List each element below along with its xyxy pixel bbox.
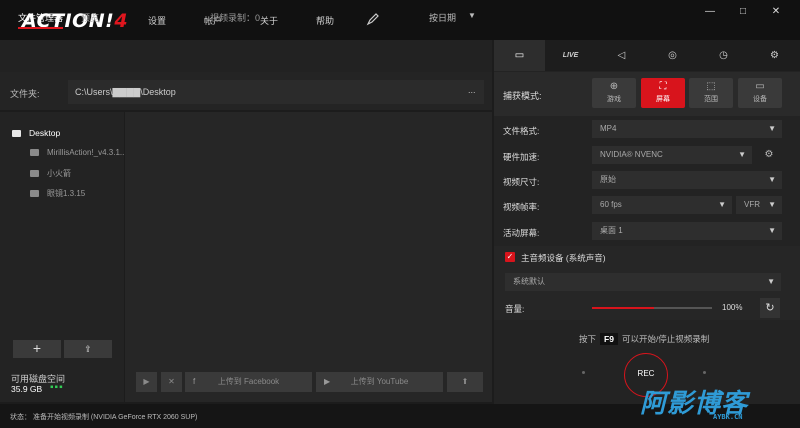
capture-screen-button[interactable]: ⛶ 屏幕 — [641, 78, 685, 108]
minimize-button[interactable]: — — [702, 6, 718, 20]
facebook-icon: f — [193, 377, 196, 386]
tab-screenshot[interactable]: ◎ — [647, 40, 698, 71]
capture-game-button[interactable]: ⊕ 游戏 — [592, 78, 636, 108]
audio-enable-checkbox[interactable]: ✓ — [505, 252, 515, 262]
menu-help[interactable]: 帮助 — [316, 14, 334, 27]
gear-icon[interactable]: ⚙ — [760, 146, 778, 164]
tab-file-manager[interactable]: 文件管理器 — [18, 11, 64, 29]
upload-youtube-button[interactable]: ▶ 上传到 YouTube — [316, 372, 443, 392]
disk-space-value: 35.9 GB — [11, 384, 43, 394]
delete-button[interactable]: ✕ — [161, 372, 182, 392]
rec-label: REC — [637, 369, 655, 378]
add-folder-button[interactable]: + — [13, 340, 61, 358]
chevron-down-icon: ▼ — [738, 150, 746, 159]
capture-device-button[interactable]: ▭ 设备 — [738, 78, 782, 108]
hotkey-key: F9 — [600, 333, 618, 345]
chevron-down-icon: ▼ — [768, 175, 776, 184]
recording-count: 视频录制：0 — [210, 13, 261, 23]
folder-label: 文件夹: — [10, 89, 40, 99]
tab-settings[interactable]: ⚙ — [749, 40, 800, 71]
rec-indicator-left — [582, 371, 585, 374]
disk-status-indicator: ▪▪▪ — [50, 382, 64, 393]
folder-icon — [30, 190, 39, 197]
folder-browse-button[interactable]: ... — [468, 85, 476, 95]
audio-device-label: 主音频设备 (系统声音) — [521, 253, 606, 263]
folder-icon — [30, 170, 39, 177]
screen-icon: ⛶ — [659, 81, 667, 92]
tab-video[interactable]: ▭ — [494, 40, 545, 71]
volume-value: 100% — [722, 303, 743, 312]
device-icon: ▭ — [755, 81, 765, 92]
reset-icon[interactable]: ↻ — [760, 298, 780, 318]
gamepad-icon: ⊕ — [609, 81, 619, 92]
region-icon: ⬚ — [706, 81, 716, 92]
chevron-down-icon: ▼ — [768, 124, 776, 133]
volume-label: 音量: — [505, 304, 525, 314]
hw-accel-select[interactable]: NVIDIA® NVENC ▼ — [592, 146, 752, 164]
hw-accel-label: 硬件加速: — [503, 152, 540, 162]
capture-mode-label: 捕获模式: — [503, 91, 542, 101]
hotkey-hint: 按下 F9 可以开始/停止视频录制 — [579, 333, 710, 345]
video-size-label: 视频尺寸: — [503, 177, 540, 187]
file-format-select[interactable]: MP4 ▼ — [592, 120, 782, 138]
folder-icon — [12, 130, 21, 137]
chevron-down-icon: ▼ — [767, 277, 775, 286]
maximize-button[interactable]: □ — [735, 6, 751, 20]
file-format-label: 文件格式: — [503, 126, 540, 136]
volume-slider-fill — [592, 307, 655, 309]
file-list-area — [125, 112, 492, 402]
tab-preview[interactable]: 预览 — [81, 11, 99, 24]
close-button[interactable]: ✕ — [768, 6, 784, 20]
frame-rate-select[interactable]: 60 fps ▼ — [592, 196, 732, 214]
tab-live[interactable]: LIVE — [545, 40, 596, 71]
tree-item-desktop[interactable]: Desktop — [12, 128, 136, 138]
chevron-down-icon: ▼ — [768, 226, 776, 235]
sort-dropdown[interactable]: 按日期 — [429, 11, 456, 24]
youtube-icon: ▶ — [324, 377, 331, 386]
active-screen-label: 活动屏幕: — [503, 228, 540, 238]
upload-facebook-button[interactable]: f 上传到 Facebook — [185, 372, 312, 392]
left-tab-bar — [0, 40, 492, 72]
capture-region-button[interactable]: ⬚ 范围 — [689, 78, 733, 108]
frame-rate-label: 视频帧率: — [503, 202, 540, 212]
watermark-url: AYBK.CN — [713, 413, 743, 421]
audio-device-select[interactable]: 系统默认 ▼ — [505, 273, 781, 291]
chevron-down-icon[interactable]: ▼ — [468, 11, 476, 20]
chevron-down-icon: ▼ — [768, 200, 776, 209]
folder-icon — [30, 149, 39, 156]
play-button[interactable]: ▶ — [136, 372, 157, 392]
pen-icon[interactable] — [366, 12, 380, 26]
import-button[interactable]: ⇪ — [64, 340, 112, 358]
status-text: 状态： 准备开始视频录制 (NVIDIA GeForce RTX 2060 SU… — [10, 414, 198, 421]
menu-about[interactable]: 关于 — [260, 14, 278, 27]
video-size-select[interactable]: 原始 ▼ — [592, 171, 782, 189]
chevron-down-icon: ▼ — [718, 200, 726, 209]
upload-button[interactable]: ⬆ — [447, 372, 483, 392]
active-screen-select[interactable]: 桌面 1 ▼ — [592, 222, 782, 240]
folder-path-text: C:\Users\▇▇▇▇\Desktop — [75, 87, 176, 97]
menu-settings[interactable]: 设置 — [148, 14, 166, 27]
folder-tree: Desktop MirillisAction!_v4.3.1... 小火箭 眼镜… — [0, 112, 127, 402]
frame-rate-mode-select[interactable]: VFR ▼ — [736, 196, 782, 214]
tab-audio[interactable]: ◁ — [596, 40, 647, 71]
rec-indicator-right — [703, 371, 706, 374]
tab-timer[interactable]: ◷ — [698, 40, 749, 71]
